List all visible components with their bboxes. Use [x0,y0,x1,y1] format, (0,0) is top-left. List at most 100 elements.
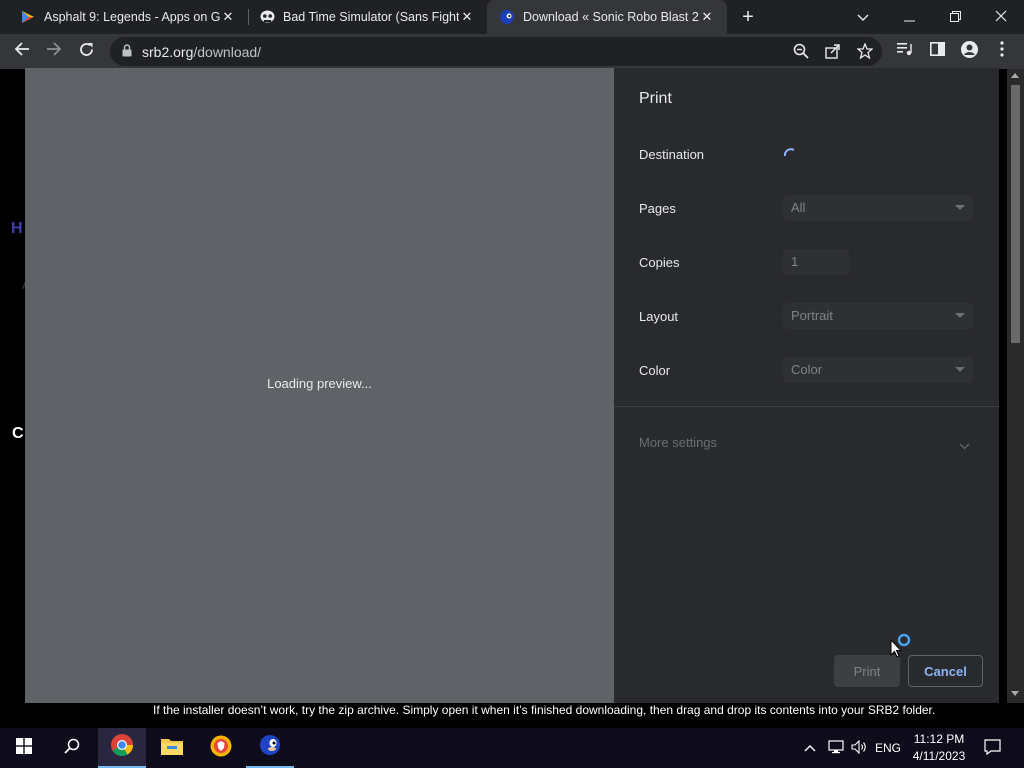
menu-button[interactable] [989,38,1015,64]
reload-button[interactable] [73,38,99,64]
tab-title: Download « Sonic Robo Blast 2 - [523,10,699,24]
dropdown-arrow-icon [955,313,965,318]
tab-srb2-download[interactable]: Download « Sonic Robo Blast 2 - ✕ [487,0,727,34]
lock-icon[interactable] [122,44,132,62]
tab-bad-time-simulator[interactable]: Bad Time Simulator (Sans Fight) ✕ [239,0,487,34]
back-button[interactable] [9,38,35,64]
color-label: Color [639,363,671,378]
print-preview-area: Loading preview... [25,68,614,703]
show-hidden-icons-button[interactable] [800,728,820,768]
chevron-down-icon [959,438,970,453]
minimize-icon [903,9,915,25]
network-button[interactable] [824,728,848,768]
loading-preview-text: Loading preview... [267,376,372,391]
arrow-left-icon [14,42,30,60]
more-settings-toggle[interactable]: More settings [639,435,974,450]
more-settings-label: More settings [639,435,718,450]
notification-icon [983,738,1001,758]
avatar-icon [960,40,978,62]
browser-toolbar: srb2.org/download/ [0,34,1024,69]
layout-label: Layout [639,309,679,324]
page-scrollbar[interactable] [1007,69,1024,703]
url-path: /download/ [193,44,262,60]
scrollbar-thumb[interactable] [1011,85,1020,343]
page-bottom-text: If the installer doesn’t work, try the z… [0,703,1024,728]
side-panel-button[interactable] [924,38,950,64]
chevron-down-icon [857,9,869,25]
star-icon[interactable] [856,42,874,64]
taskbar-srb2[interactable] [246,728,294,768]
close-icon [995,9,1007,25]
clock-time: 11:12 PM [913,732,965,746]
profile-button[interactable] [956,38,982,64]
close-window-button[interactable] [978,0,1024,34]
clock[interactable]: 11:12 PM 4/11/2023 [906,728,972,768]
windows-taskbar: ENG 11:12 PM 4/11/2023 [0,728,1024,768]
new-tab-button[interactable]: + [725,0,771,34]
close-icon[interactable]: ✕ [699,9,715,25]
tab-asphalt[interactable]: Asphalt 9: Legends - Apps on Go ✕ [0,0,248,34]
skull-icon [259,9,275,25]
pages-label: Pages [639,201,676,216]
page-letter: H [11,220,23,237]
reload-icon [79,42,94,61]
destination-label: Destination [639,147,705,162]
start-button[interactable] [0,728,48,768]
notifications-button[interactable] [976,728,1008,768]
tab-search-button[interactable] [840,0,886,34]
chrome-icon [110,733,134,762]
page-letter: C [12,425,24,442]
layout-select[interactable]: Portrait [783,303,973,329]
installer-instructions-text: If the installer doesn’t work, try the z… [153,703,936,717]
speaker-icon [850,739,868,757]
copies-value: 1 [791,254,799,269]
loading-spinner-icon [783,147,799,168]
taskbar-brave[interactable] [197,728,245,768]
settings-divider [614,406,999,407]
color-value: Color [791,362,823,377]
copies-label: Copies [639,255,680,270]
forward-button[interactable] [41,38,67,64]
language-indicator[interactable]: ENG [872,728,904,768]
mouse-pointer-icon [890,638,903,663]
restore-icon [949,9,961,25]
print-dialog-title: Print [639,90,672,107]
copies-input[interactable]: 1 [783,249,849,275]
taskbar-chrome[interactable] [98,728,146,768]
sonic-robo-blast-icon [258,733,282,762]
color-select[interactable]: Color [783,357,973,383]
file-explorer-icon [161,737,183,760]
zoom-icon[interactable] [793,43,809,64]
close-icon[interactable]: ✕ [220,9,236,25]
tab-title: Asphalt 9: Legends - Apps on Go [44,10,220,24]
taskbar-file-explorer[interactable] [148,728,196,768]
media-controls-button[interactable] [892,38,918,64]
clock-date: 4/11/2023 [912,749,966,763]
chevron-up-icon [804,741,816,755]
media-queue-icon [897,42,913,60]
minimize-button[interactable] [886,0,932,34]
layout-value: Portrait [791,308,833,323]
sonic-icon [499,9,515,25]
volume-button[interactable] [848,728,870,768]
brave-icon [210,735,232,762]
taskbar-search-button[interactable] [48,728,96,768]
kebab-menu-icon [1000,41,1004,61]
scroll-up-arrow-icon[interactable] [1011,73,1019,78]
pages-select[interactable]: All [783,195,973,221]
restore-button[interactable] [932,0,978,34]
side-panel-icon [929,42,945,60]
network-icon [828,739,844,757]
cancel-button[interactable]: Cancel [908,655,983,687]
url-text[interactable]: srb2.org/download/ [142,44,261,60]
dropdown-arrow-icon [955,205,965,210]
google-play-icon [20,9,36,25]
share-icon[interactable] [825,43,841,64]
windows-start-icon [16,737,32,759]
print-settings-panel: Print Destination Pages All Copies 1 Lay… [614,68,999,703]
close-icon[interactable]: ✕ [459,9,475,25]
pages-value: All [791,200,806,215]
address-bar[interactable]: srb2.org/download/ [110,37,882,66]
arrow-right-icon [46,42,62,60]
scroll-down-arrow-icon[interactable] [1011,691,1019,696]
